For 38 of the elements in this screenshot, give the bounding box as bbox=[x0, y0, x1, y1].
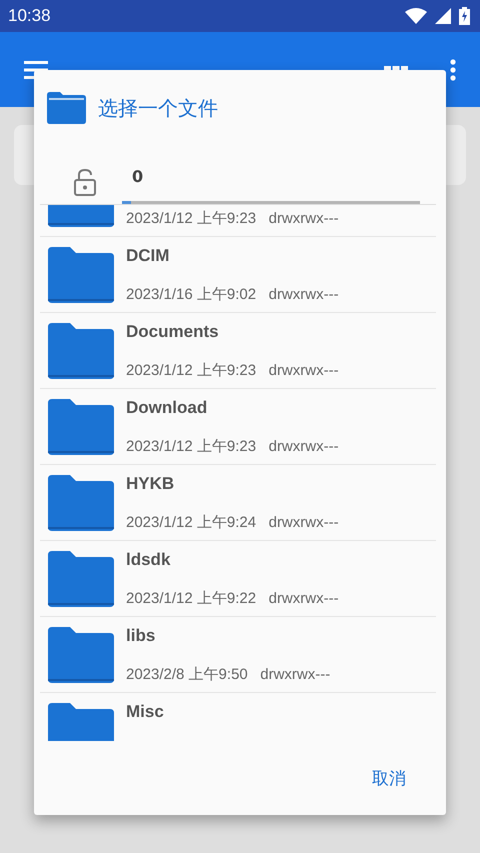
signal-icon bbox=[435, 8, 451, 24]
folder-details: 2023/1/12 上午9:23 drwxrwx--- bbox=[126, 437, 339, 456]
folder-icon bbox=[46, 92, 86, 124]
cancel-button[interactable]: 取消 bbox=[362, 758, 416, 798]
wifi-icon bbox=[405, 8, 427, 24]
folder-icon bbox=[46, 551, 114, 607]
more-icon[interactable] bbox=[450, 58, 456, 80]
folder-item[interactable]: ldsdk 2023/1/12 上午9:22 drwxrwx--- bbox=[40, 541, 436, 617]
folder-item[interactable]: Documents 2023/1/12 上午9:23 drwxrwx--- bbox=[40, 313, 436, 389]
folder-item[interactable]: libs 2023/2/8 上午9:50 drwxrwx--- bbox=[40, 617, 436, 693]
folder-item[interactable]: HYKB 2023/1/12 上午9:24 drwxrwx--- bbox=[40, 465, 436, 541]
folder-icon bbox=[46, 323, 114, 379]
dialog-title: 选择一个文件 bbox=[98, 94, 218, 122]
folder-icon bbox=[46, 247, 114, 303]
clock: 10:38 bbox=[8, 6, 51, 26]
folder-name: Documents bbox=[126, 322, 219, 342]
folder-item[interactable]: Misc bbox=[40, 693, 436, 741]
folder-name: libs bbox=[126, 626, 156, 646]
folder-item[interactable]: DCIM 2023/1/16 上午9:02 drwxrwx--- bbox=[40, 237, 436, 313]
folder-icon bbox=[46, 399, 114, 455]
folder-name: HYKB bbox=[126, 474, 174, 494]
folder-name: ldsdk bbox=[126, 550, 170, 570]
folder-details: 2023/2/8 上午9:50 drwxrwx--- bbox=[126, 665, 330, 684]
folder-name: Misc bbox=[126, 702, 164, 722]
folder-details: 2023/1/12 上午9:23 drwxrwx--- bbox=[126, 209, 339, 228]
battery-icon bbox=[459, 7, 470, 25]
folder-icon bbox=[46, 475, 114, 531]
folder-details: 2023/1/12 上午9:23 drwxrwx--- bbox=[126, 361, 339, 380]
folder-details: 2023/1/12 上午9:24 drwxrwx--- bbox=[126, 513, 339, 532]
folder-icon bbox=[46, 627, 114, 683]
folder-item[interactable]: 2023/1/12 上午9:23 drwxrwx--- bbox=[40, 205, 436, 237]
path-text: 0 bbox=[132, 168, 144, 186]
folder-name: DCIM bbox=[126, 246, 170, 266]
folder-item[interactable]: Download 2023/1/12 上午9:23 drwxrwx--- bbox=[40, 389, 436, 465]
folder-details: 2023/1/12 上午9:22 drwxrwx--- bbox=[126, 589, 339, 608]
folder-details: 2023/1/16 上午9:02 drwxrwx--- bbox=[126, 285, 339, 304]
unlock-icon[interactable] bbox=[74, 168, 96, 196]
folder-name: Download bbox=[126, 398, 208, 418]
